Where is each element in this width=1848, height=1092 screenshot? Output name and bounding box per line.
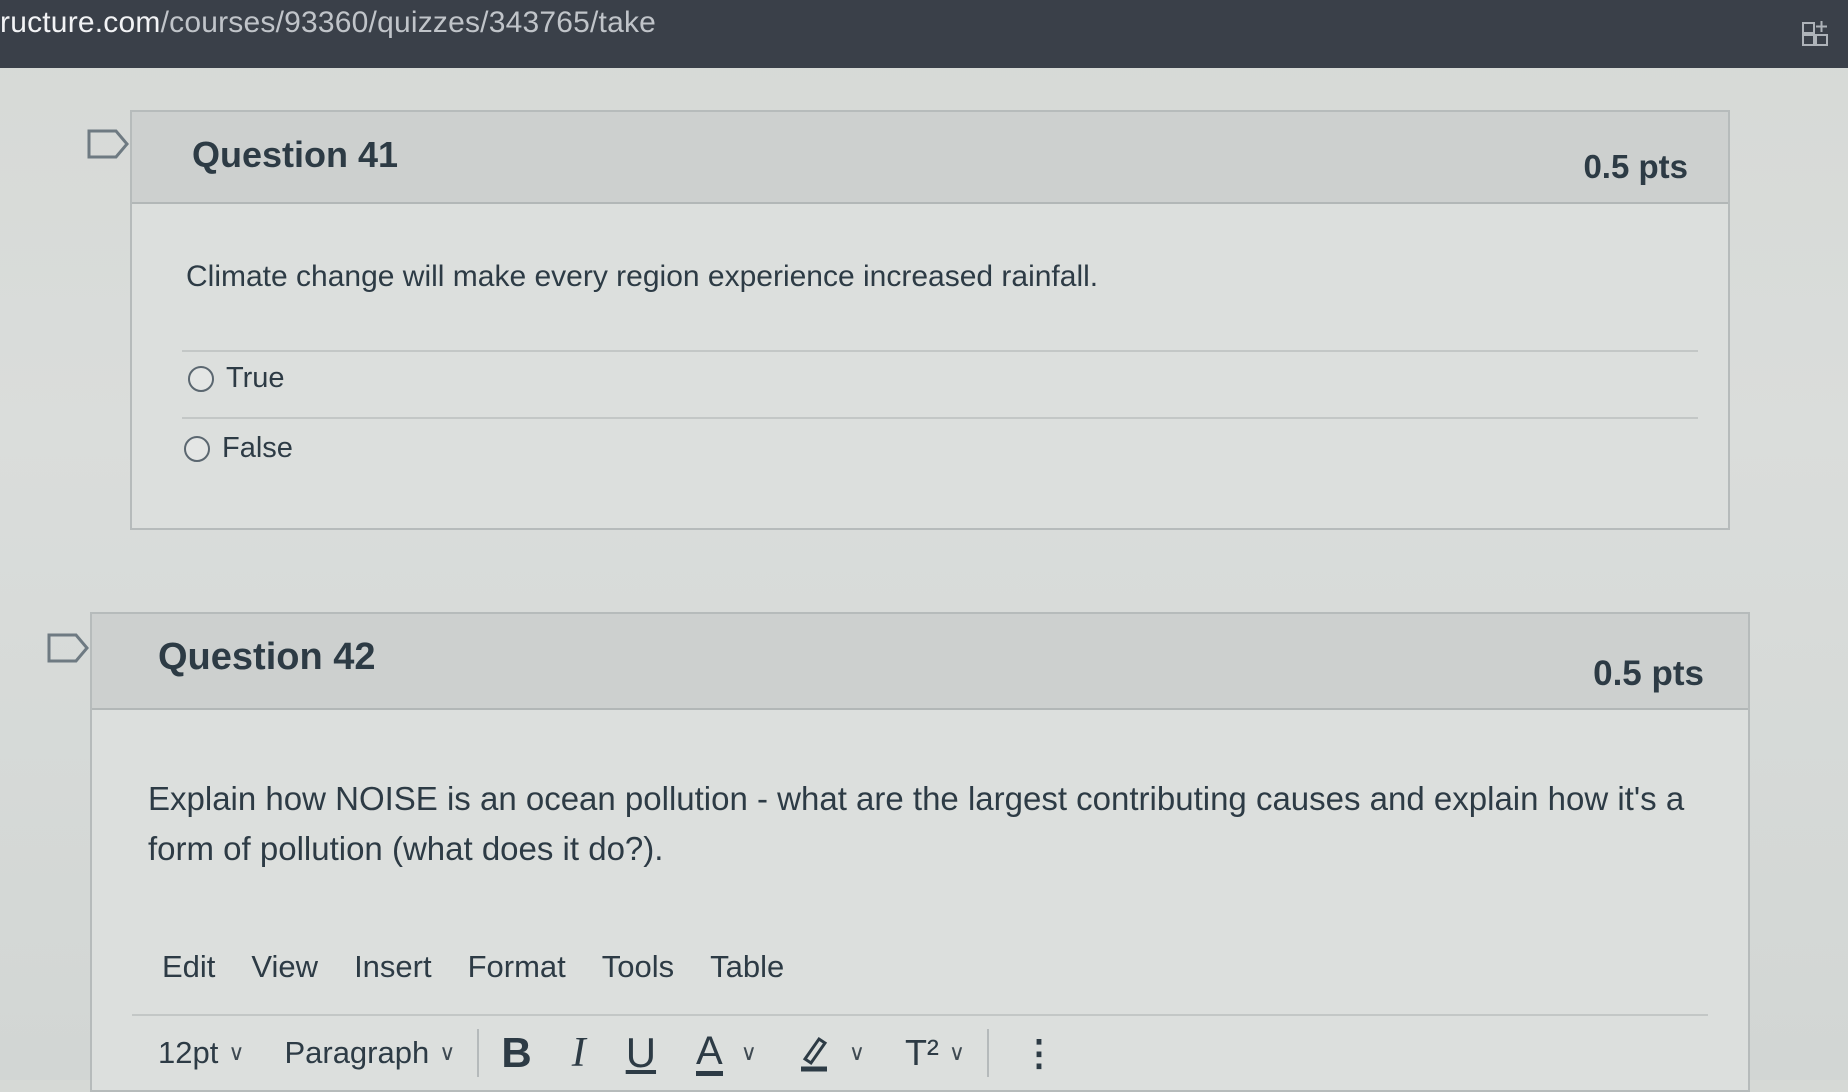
text-color-button[interactable]: A ∨ (696, 1031, 757, 1076)
toolbar-divider (477, 1029, 480, 1077)
question-card-41: Question 41 0.5 pts Climate change will … (130, 110, 1730, 530)
chevron-down-icon: ∨ (439, 1040, 456, 1065)
underline-button[interactable]: U (626, 1029, 656, 1077)
block-format-value: Paragraph (284, 1035, 430, 1070)
question-card-42: Question 42 0.5 pts Explain how NOISE is… (90, 612, 1750, 1092)
radio-button[interactable] (188, 365, 214, 392)
editor-toolbar: 12pt ∨ Paragraph ∨ B I U A ∨ ∨ T² ∨ ⋮ (158, 1029, 1057, 1077)
extension-icon[interactable] (1800, 18, 1830, 48)
browser-url-bar[interactable]: ructure.com/courses/93360/quizzes/343765… (0, 0, 1848, 68)
editor-menu-separator (132, 1014, 1708, 1016)
menu-table[interactable]: Table (710, 949, 784, 985)
question-header: Question 42 0.5 pts (92, 614, 1748, 710)
question-text: Explain how NOISE is an ocean pollution … (148, 780, 1685, 867)
url-path: /courses/93360/quizzes/343765/take (160, 6, 657, 39)
highlighter-icon (800, 1036, 827, 1072)
superscript-button[interactable]: T² ∨ (905, 1032, 965, 1074)
font-size-value: 12pt (158, 1035, 219, 1070)
text-color-icon: A (696, 1031, 723, 1076)
toolbar-divider (987, 1029, 990, 1077)
chevron-down-icon: ∨ (228, 1040, 245, 1065)
answer-option[interactable]: False (184, 432, 293, 465)
more-options-icon[interactable]: ⋮ (1021, 1032, 1057, 1074)
radio-button[interactable] (184, 435, 210, 462)
chevron-down-icon: ∨ (848, 1040, 865, 1065)
answer-separator (182, 417, 1698, 419)
flag-question-icon[interactable] (46, 632, 90, 664)
answer-option[interactable]: True (188, 362, 285, 395)
chevron-down-icon: ∨ (948, 1040, 966, 1065)
menu-edit[interactable]: Edit (162, 949, 215, 985)
question-points: 0.5 pts (1583, 148, 1688, 185)
menu-insert[interactable]: Insert (354, 949, 432, 985)
url-text[interactable]: ructure.com/courses/93360/quizzes/343765… (0, 6, 656, 40)
superscript-icon: T² (904, 1032, 939, 1073)
menu-format[interactable]: Format (468, 949, 566, 985)
question-title: Question 42 (158, 636, 376, 678)
editor-menu-bar: Edit View Insert Format Tools Table (162, 949, 784, 985)
menu-tools[interactable]: Tools (602, 949, 674, 985)
bold-button[interactable]: B (501, 1029, 531, 1077)
font-size-select[interactable]: 12pt ∨ (158, 1035, 244, 1071)
italic-button[interactable]: I (572, 1029, 586, 1077)
chevron-down-icon: ∨ (740, 1040, 757, 1065)
extension-icon-svg (1802, 21, 1828, 46)
flag-question-icon[interactable] (86, 128, 130, 160)
question-points: 0.5 pts (1593, 654, 1704, 693)
menu-view[interactable]: View (251, 949, 318, 985)
block-format-select[interactable]: Paragraph ∨ (284, 1035, 455, 1071)
answer-separator (182, 350, 1698, 352)
question-title: Question 41 (192, 134, 399, 175)
question-header: Question 41 0.5 pts (132, 112, 1728, 204)
highlight-color-button[interactable]: ∨ (797, 1033, 865, 1073)
answer-label: False (222, 432, 293, 464)
answer-label: True (226, 362, 285, 394)
url-host: ructure.com (0, 6, 161, 39)
question-text: Climate change will make every region ex… (186, 260, 1099, 293)
